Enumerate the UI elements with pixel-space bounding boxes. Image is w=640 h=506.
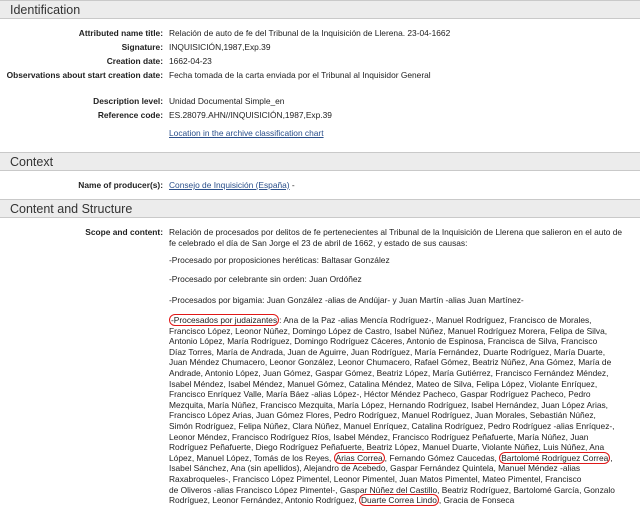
judaizantes-line: -Procesados por judaizantes: Ana de la P… (169, 314, 592, 326)
judaizantes-line: Isabel Méndez, Isabel Méndez, Manuel Góm… (169, 378, 598, 389)
context-title: Context (10, 155, 54, 169)
producer-suffix: - (289, 180, 295, 190)
judaizantes-line: Simón Rodríguez, Felipa Núñez, Clara Núñ… (169, 420, 615, 431)
scope-paragraph: -Procesados por bigamia: Juan González -… (169, 295, 524, 305)
field-value: Consejo de Inquisición (España) - (169, 180, 624, 191)
judaizantes-line: Mezquita, María Núñez, Francisco Mezquit… (169, 399, 608, 410)
judaizantes-line: López, Manuel López, Tomás de los Reyes,… (169, 451, 613, 464)
highlighted-name: Duarte Correa Lindo (358, 494, 439, 506)
context-header: Context (0, 152, 640, 171)
field-label: Description level: (93, 96, 163, 106)
content-structure-title: Content and Structure (10, 202, 133, 216)
scope-paragraph: -Procesado por proposiciones heréticas: … (169, 255, 390, 265)
judaizantes-paragraph: -Procesados por judaizantes: Ana de la P… (169, 314, 624, 506)
scope-paragraph: -Procesado por celebrante sin orden: Jua… (169, 274, 362, 284)
highlighted-name: -Procesados por judaizantes (169, 314, 280, 326)
field-value: Unidad Documental Simple_en (169, 96, 285, 106)
judaizantes-line: Díaz Torres, María de Andrada, Juan de A… (169, 346, 606, 357)
field-value: Relación de auto de fe del Tribunal de l… (169, 28, 451, 38)
judaizantes-line: Francisco Enríquez Valle, María Báez -al… (169, 389, 591, 400)
field-label: Attributed name title: (78, 28, 163, 38)
judaizantes-line: Francisco López Arias, Juan Gómez Flores… (169, 410, 596, 421)
field-label: Observations about start creation date: (6, 70, 163, 80)
judaizantes-line: Francisco López, Leonor Núñez, Domingo L… (169, 325, 608, 336)
producer-link[interactable]: Consejo de Inquisición (España) (169, 180, 290, 190)
field-label: Name of producer(s): (78, 180, 163, 190)
judaizantes-line: Antonio López, María Rodríguez, Domingo … (169, 336, 598, 347)
identification-title: Identification (10, 3, 81, 17)
scope-intro: Relación de procesados por delitos de fe… (169, 227, 623, 248)
field-label: Signature: (121, 42, 163, 52)
judaizantes-line: Leonor Méndez, Francisco Rodríguez Ríos,… (169, 431, 589, 442)
field-label: Creation date: (106, 56, 163, 66)
field-value: 1662-04-23 (169, 56, 212, 66)
field-value: Fecha tomada de la carta enviada por el … (169, 70, 431, 80)
judaizantes-line: Isabel Sánchez, Ana (sin apellidos), Ale… (169, 463, 581, 474)
content-structure-header: Content and Structure (0, 199, 640, 218)
field-label: Reference code: (97, 110, 163, 120)
location-chart-link[interactable]: Location in the archive classification c… (169, 128, 624, 139)
highlighted-name: Arias Correa (333, 451, 385, 464)
field-value: ES.28079.AHN//INQUISICIÓN,1987,Exp.39 (169, 110, 332, 120)
judaizantes-line: Raxabroqueles-, Francisco López Pimentel… (169, 473, 582, 484)
field-label: Scope and content: (85, 227, 163, 237)
judaizantes-line: Rodríguez, Leonor Fernández, Antonio Rod… (169, 494, 515, 506)
field-value: INQUISICIÓN,1987,Exp.39 (169, 42, 271, 52)
judaizantes-line: Andrade, Antonio López, Juan Gómez, Gasp… (169, 367, 609, 378)
highlighted-name: Bartolomé Rodríguez Correa (499, 451, 611, 464)
identification-header: Identification (0, 0, 640, 19)
judaizantes-line: Juan Méndez Chumacero, Leonor González, … (169, 357, 612, 368)
